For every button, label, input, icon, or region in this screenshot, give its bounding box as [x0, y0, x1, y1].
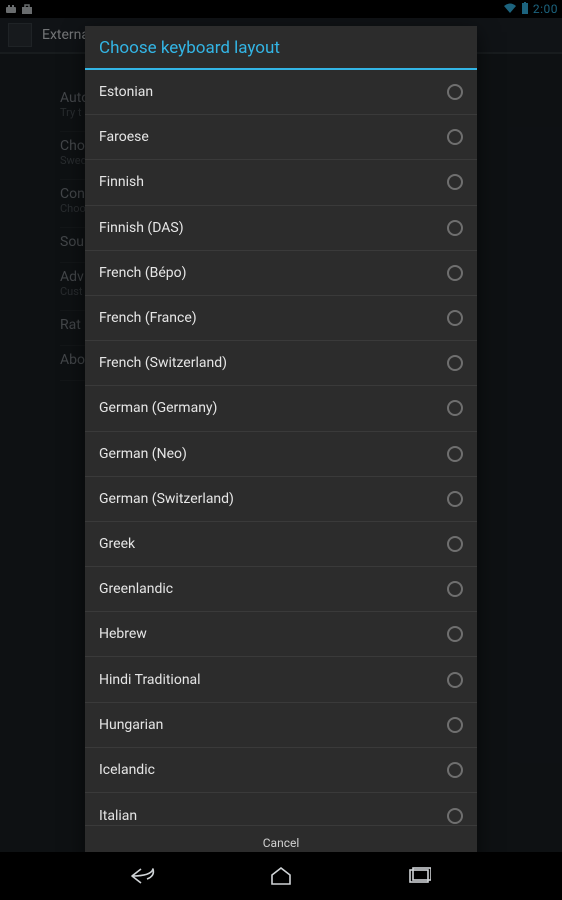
radio-icon[interactable]	[447, 265, 463, 281]
keyboard-layout-dialog: Choose keyboard layout Estonian Faroese Fi…	[85, 26, 477, 860]
layout-option-label: French (Switzerland)	[99, 355, 227, 371]
layout-option[interactable]: Estonian	[85, 70, 477, 115]
layout-option[interactable]: Hebrew	[85, 612, 477, 657]
radio-icon[interactable]	[447, 174, 463, 190]
layout-option[interactable]: German (Switzerland)	[85, 477, 477, 522]
dialog-list[interactable]: Estonian Faroese Finnish Finnish (DAS) Frenc…	[85, 70, 477, 825]
layout-option-label: Finnish	[99, 174, 144, 190]
layout-option[interactable]: Hungarian	[85, 703, 477, 748]
layout-option[interactable]: Finnish (DAS)	[85, 206, 477, 251]
layout-option-label: Greek	[99, 536, 135, 552]
radio-icon[interactable]	[447, 310, 463, 326]
back-button[interactable]	[129, 862, 157, 890]
radio-icon[interactable]	[447, 672, 463, 688]
layout-option-label: French (Bépo)	[99, 265, 187, 281]
layout-option-label: Hungarian	[99, 717, 163, 733]
layout-option[interactable]: French (Switzerland)	[85, 341, 477, 386]
layout-option[interactable]: Italian	[85, 793, 477, 825]
layout-option[interactable]: German (Germany)	[85, 386, 477, 431]
radio-icon[interactable]	[447, 220, 463, 236]
layout-option[interactable]: Finnish	[85, 160, 477, 205]
layout-option-label: German (Germany)	[99, 400, 217, 416]
layout-option[interactable]: Faroese	[85, 115, 477, 160]
layout-option-label: Hebrew	[99, 626, 147, 642]
layout-option[interactable]: French (France)	[85, 296, 477, 341]
layout-option[interactable]: Greenlandic	[85, 567, 477, 612]
radio-icon[interactable]	[447, 626, 463, 642]
dialog-title: Choose keyboard layout	[85, 26, 477, 68]
layout-option[interactable]: Hindi Traditional	[85, 657, 477, 702]
radio-icon[interactable]	[447, 536, 463, 552]
layout-option-label: German (Switzerland)	[99, 491, 234, 507]
radio-icon[interactable]	[447, 400, 463, 416]
recents-button[interactable]	[405, 862, 433, 890]
radio-icon[interactable]	[447, 491, 463, 507]
radio-icon[interactable]	[447, 84, 463, 100]
layout-option-label: German (Neo)	[99, 446, 187, 462]
layout-option[interactable]: Greek	[85, 522, 477, 567]
layout-option-label: Hindi Traditional	[99, 672, 201, 688]
radio-icon[interactable]	[447, 762, 463, 778]
radio-icon[interactable]	[447, 581, 463, 597]
layout-option-label: Greenlandic	[99, 581, 173, 597]
layout-option[interactable]: German (Neo)	[85, 432, 477, 477]
layout-option[interactable]: French (Bépo)	[85, 251, 477, 296]
layout-option-label: French (France)	[99, 310, 197, 326]
radio-icon[interactable]	[447, 446, 463, 462]
radio-icon[interactable]	[447, 355, 463, 371]
radio-icon[interactable]	[447, 717, 463, 733]
navigation-bar	[0, 852, 562, 900]
layout-option[interactable]: Icelandic	[85, 748, 477, 793]
radio-icon[interactable]	[447, 129, 463, 145]
layout-option-label: Estonian	[99, 84, 153, 100]
radio-icon[interactable]	[447, 808, 463, 824]
layout-option-label: Italian	[99, 808, 137, 824]
layout-option-label: Faroese	[99, 129, 149, 145]
home-button[interactable]	[267, 862, 295, 890]
layout-option-label: Icelandic	[99, 762, 155, 778]
layout-option-label: Finnish (DAS)	[99, 220, 184, 236]
